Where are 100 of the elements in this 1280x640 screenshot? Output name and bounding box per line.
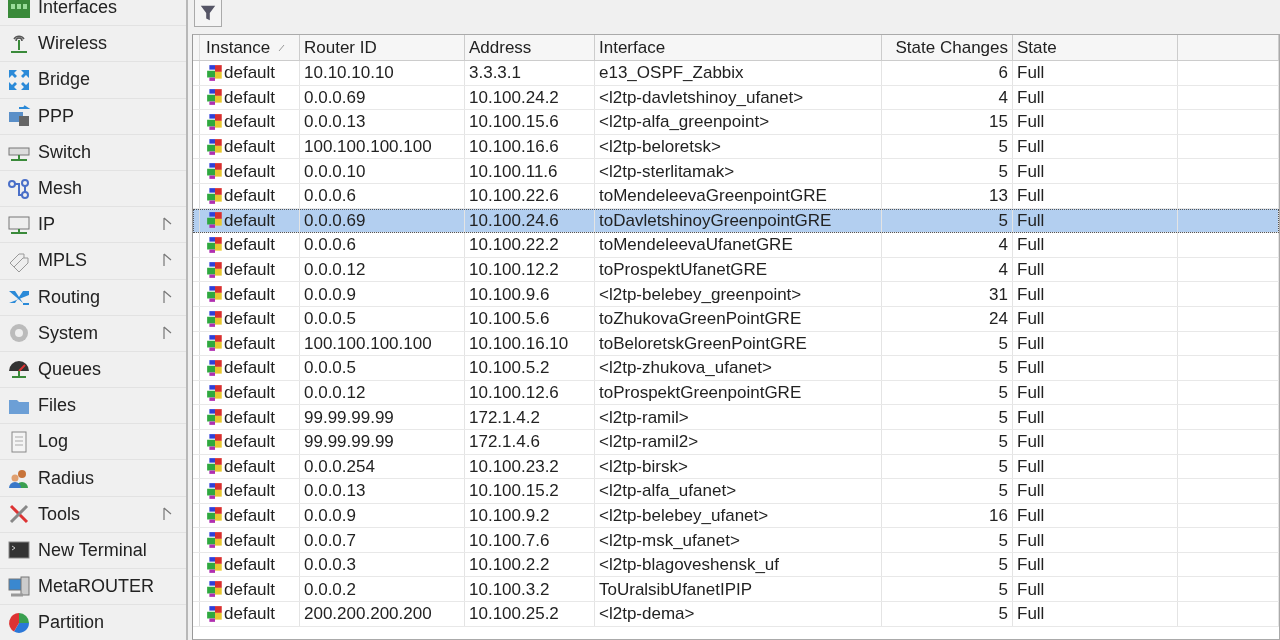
table-cell: 3.3.3.1 [469, 64, 521, 82]
puzzle-icon [206, 604, 224, 623]
table-row[interactable]: default 99.99.99.99 172.1.4.6 <l2tp-ramil2> 5 Full [193, 429, 1279, 455]
table-cell: default [224, 334, 276, 352]
table-cell: 13 [989, 187, 1008, 205]
table-row[interactable]: default 0.0.0.5 10.100.5.2 <l2tp-zhukova_ufanet> 5 Full [193, 356, 1279, 381]
column-header[interactable]: Address [465, 35, 595, 60]
table-row[interactable]: default 0.0.0.69 10.100.24.2 <l2tp-davletshinoy_ufanet> 4 Full [193, 85, 1279, 111]
table-cell: 5 [998, 359, 1008, 377]
table-cell: 0.0.0.5 [304, 359, 356, 377]
sidebar-item[interactable]: System [0, 315, 186, 352]
sidebar-item[interactable]: Switch [0, 134, 186, 171]
table-row[interactable]: default 0.0.0.9 10.100.9.2 <l2tp-belebey_ufanet> 16 Full [193, 503, 1279, 529]
table-cell: 10.100.7.6 [469, 531, 550, 549]
sidebar-item[interactable]: Partition [0, 605, 186, 640]
puzzle-icon [206, 506, 224, 525]
table-row[interactable]: default 0.0.0.6 10.100.22.2 toMendeleevaUfanetGRE 4 Full [193, 233, 1279, 258]
sidebar-item[interactable]: IP [0, 207, 186, 244]
filter-icon [199, 4, 217, 22]
arrows-icon [6, 67, 32, 92]
table-cell: Full [1017, 187, 1045, 205]
table-cell: default [224, 236, 276, 254]
sidebar-item[interactable]: New Terminal [0, 532, 186, 569]
table-cell: default [224, 384, 276, 401]
table-cell: 10.100.15.6 [469, 113, 559, 131]
column-header[interactable]: State [1013, 35, 1178, 60]
table-row[interactable]: default 0.0.0.7 10.100.7.6 <l2tp-msk_ufanet> 5 Full [193, 528, 1279, 553]
table-cell: 5 [998, 408, 1008, 426]
table-cell: Full [1017, 236, 1045, 254]
sidebar-item[interactable]: Routing [0, 279, 186, 316]
table-cell: Full [1017, 138, 1045, 156]
sidebar-item[interactable]: Wireless [0, 26, 186, 63]
table-cell: default [224, 261, 276, 279]
table-cell: Full [1017, 433, 1045, 451]
table-cell: default [224, 211, 276, 229]
table-row[interactable]: default 10.10.10.10 3.3.3.1 e13_OSPF_Zabbix 6 Full [193, 61, 1279, 86]
table-cell: 0.0.0.12 [304, 261, 366, 279]
sidebar-item[interactable]: Files [0, 388, 186, 425]
table-row[interactable]: default 0.0.0.13 10.100.15.6 <l2tp-alfa_greenpoint> 15 Full [193, 110, 1279, 135]
table-cell: Full [1017, 408, 1045, 426]
sidebar-item[interactable]: Bridge [0, 62, 186, 99]
table-row[interactable]: default 0.0.0.13 10.100.15.2 <l2tp-alfa_ufanet> 5 Full [193, 479, 1279, 504]
table-row[interactable]: default 100.100.100.100 10.100.16.10 toBeloretskGreenPointGRE 5 Full [193, 331, 1279, 357]
puzzle-icon [206, 211, 224, 230]
table-cell: 5 [998, 384, 1008, 401]
table-cell: <l2tp-beloretsk> [599, 138, 721, 156]
filter-button[interactable] [194, 0, 222, 27]
table-row[interactable]: default 0.0.0.254 10.100.23.2 <l2tp-birsk> 5 Full [193, 454, 1279, 480]
table-row[interactable]: default 200.200.200.200 10.100.25.2 <l2tp-dema> 5 Full [193, 602, 1279, 627]
table-cell: 0.0.0.69 [304, 211, 366, 229]
table-cell: <l2tp-ramil2> [599, 433, 699, 451]
column-header[interactable]: Router ID [300, 35, 465, 60]
puzzle-icon [206, 186, 224, 205]
table-cell: 5 [998, 162, 1008, 180]
sidebar-item[interactable]: Interfaces [0, 0, 186, 27]
puzzle-icon [206, 88, 224, 107]
puzzle-icon [206, 383, 224, 402]
table-cell: 10.100.23.2 [469, 457, 559, 475]
table-cell: <l2tp-ramil> [599, 408, 689, 426]
table-row[interactable]: default 100.100.100.100 10.100.16.6 <l2tp-beloretsk> 5 Full [193, 134, 1279, 160]
table-row[interactable]: default 0.0.0.3 10.100.2.2 <l2tp-blagoveshensk_uf 5 Full [193, 552, 1279, 578]
sidebar-item[interactable]: MPLS [0, 243, 186, 280]
sidebar-item[interactable]: Mesh [0, 170, 186, 208]
nodes-icon [6, 176, 32, 201]
table-cell: Full [1017, 211, 1045, 229]
table-cell: 100.100.100.100 [304, 138, 432, 156]
table-cell: 200.200.200.200 [304, 605, 432, 623]
sidebar-item[interactable]: Log [0, 424, 186, 461]
table-row[interactable]: default 0.0.0.12 10.100.12.2 toProspektUfanetGRE 4 Full [193, 257, 1279, 283]
table-cell: default [224, 64, 276, 82]
table-cell: 0.0.0.6 [304, 187, 356, 205]
table-row[interactable]: default 0.0.0.69 10.100.24.6 toDavletshinoyGreenpointGRE 5 Full [193, 208, 1279, 234]
sidebar-item[interactable]: Queues [0, 351, 186, 389]
column-header[interactable]: State Changes [882, 35, 1013, 60]
table-cell: 6 [998, 64, 1008, 82]
table-cell: toMendeleevaUfanetGRE [599, 236, 793, 254]
puzzle-icon [206, 137, 224, 156]
table-row[interactable]: default 0.0.0.2 10.100.3.2 ToUralsibUfanetIPIP 5 Full [193, 577, 1279, 603]
column-header[interactable]: Instance [200, 35, 300, 60]
sidebar-item[interactable]: Radius [0, 460, 186, 497]
table-cell: 10.100.5.6 [469, 310, 550, 328]
table-row[interactable]: default 0.0.0.5 10.100.5.6 toZhukovaGreenPointGRE 24 Full [193, 306, 1279, 332]
table-row[interactable]: default 0.0.0.9 10.100.9.6 <l2tp-belebey_greenpoint> 31 Full [193, 282, 1279, 307]
table-cell: 24 [989, 310, 1008, 328]
table-cell: <l2tp-zhukova_ufanet> [599, 359, 772, 377]
table-row[interactable]: default 0.0.0.12 10.100.12.6 toProspektGreenpointGRE 5 Full [193, 380, 1279, 406]
sidebar-item[interactable]: MetaROUTER [0, 569, 186, 606]
table-row[interactable]: default 0.0.0.10 10.100.11.6 <l2tp-sterlitamak> 5 Full [193, 159, 1279, 184]
table-cell: default [224, 482, 276, 500]
table-cell: default [224, 310, 276, 328]
table-row[interactable]: default 0.0.0.6 10.100.22.6 toMendeleevaGreenpointGRE 13 Full [193, 183, 1279, 209]
table-cell: Full [1017, 261, 1045, 279]
sidebar-item[interactable]: PPP [0, 98, 186, 135]
sidebar-item[interactable]: Tools [0, 496, 186, 533]
table-cell: default [224, 433, 276, 451]
table-cell: <l2tp-alfa_ufanet> [599, 482, 737, 500]
column-header[interactable]: Interface [595, 35, 882, 60]
table-cell: Full [1017, 113, 1045, 131]
table-cell: Full [1017, 384, 1045, 401]
table-row[interactable]: default 99.99.99.99 172.1.4.2 <l2tp-ramil> 5 Full [193, 405, 1279, 430]
